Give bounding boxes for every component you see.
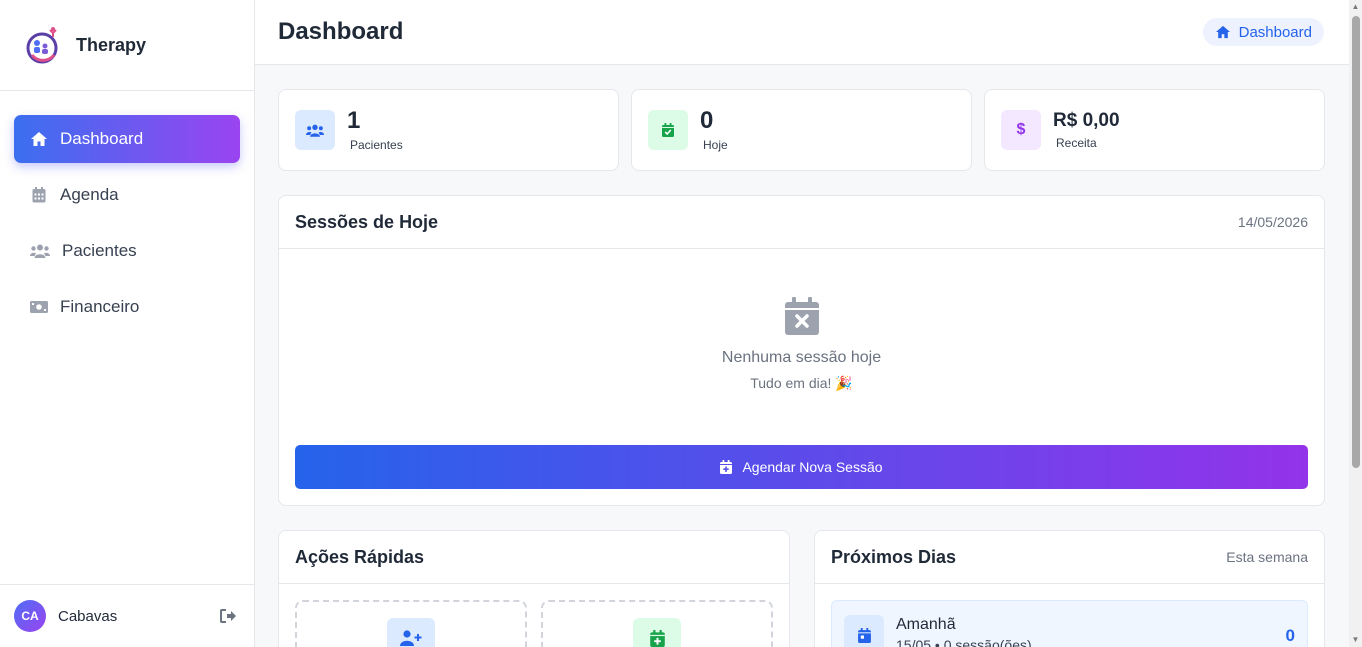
day-name: Amanhã bbox=[896, 616, 956, 633]
stat-label: Pacientes bbox=[350, 138, 403, 152]
quick-action-new-session[interactable] bbox=[541, 600, 773, 647]
top-header: Dashboard Dashboard bbox=[255, 0, 1349, 65]
upcoming-day-item[interactable]: Amanhã 15/05 • 0 sessão(ões) 0 bbox=[831, 600, 1308, 647]
calendar-day-icon bbox=[844, 615, 884, 647]
sidebar-item-label: Pacientes bbox=[62, 241, 137, 260]
stat-value: 0 bbox=[700, 107, 714, 134]
stat-value: R$ 0,00 bbox=[1053, 110, 1120, 131]
scrollbar-thumb[interactable] bbox=[1352, 16, 1360, 468]
quick-actions-header: Ações Rápidas bbox=[279, 531, 789, 584]
users-icon bbox=[30, 242, 50, 260]
empty-subtitle: Tudo em dia! 🎉 bbox=[750, 375, 853, 391]
logout-icon[interactable] bbox=[218, 606, 238, 626]
breadcrumb-label: Dashboard bbox=[1238, 23, 1312, 41]
sidebar-item-agenda[interactable]: Agenda bbox=[14, 171, 240, 219]
sessions-panel: Sessões de Hoje 14/05/2026 Nenhuma sessã… bbox=[278, 195, 1325, 506]
sidebar-item-pacientes[interactable]: Pacientes bbox=[14, 227, 240, 275]
app-name: Therapy bbox=[76, 34, 147, 55]
sessions-date: 14/05/2026 bbox=[1237, 214, 1308, 230]
stat-label: Hoje bbox=[703, 138, 728, 152]
upcoming-meta: Esta semana bbox=[1226, 549, 1308, 565]
money-icon bbox=[30, 298, 48, 316]
stat-card-pacientes: 1 Pacientes bbox=[278, 89, 619, 171]
sidebar-nav: Dashboard Agenda Pacientes Financeiro bbox=[0, 91, 254, 331]
sessions-title: Sessões de Hoje bbox=[295, 211, 439, 232]
brand: Therapy bbox=[0, 0, 254, 91]
day-session-count: 0 bbox=[1285, 626, 1295, 645]
calendar-check-icon bbox=[648, 110, 688, 150]
calendar-icon bbox=[30, 186, 48, 204]
stat-card-hoje: 0 Hoje bbox=[631, 89, 972, 171]
page-scrollbar[interactable]: ▲ ▼ bbox=[1349, 0, 1362, 647]
therapy-logo-icon bbox=[24, 25, 60, 65]
scroll-down-icon[interactable]: ▼ bbox=[1351, 636, 1360, 644]
stat-value: 1 bbox=[347, 107, 361, 134]
user-plus-icon bbox=[387, 618, 435, 647]
calendar-plus-icon bbox=[633, 618, 681, 647]
avatar[interactable]: CA bbox=[14, 600, 46, 632]
home-icon bbox=[30, 130, 48, 148]
page-title: Dashboard bbox=[278, 18, 404, 45]
user-bar: CA Cabavas bbox=[0, 584, 254, 647]
upcoming-header: Próximos Dias Esta semana bbox=[815, 531, 1324, 584]
stat-label: Receita bbox=[1056, 136, 1097, 150]
quick-actions-panel: Ações Rápidas bbox=[278, 530, 790, 647]
sessions-panel-header: Sessões de Hoje 14/05/2026 bbox=[279, 196, 1324, 249]
sidebar-item-financeiro[interactable]: Financeiro bbox=[14, 283, 240, 331]
calendar-x-icon bbox=[784, 297, 819, 335]
users-icon bbox=[295, 110, 335, 150]
sidebar: Therapy Dashboard Agenda Pacientes Finan… bbox=[0, 0, 255, 647]
sidebar-item-label: Financeiro bbox=[60, 297, 140, 316]
calendar-plus-icon bbox=[720, 460, 734, 474]
breadcrumb[interactable]: Dashboard bbox=[1202, 18, 1324, 46]
sidebar-item-label: Dashboard bbox=[60, 129, 144, 148]
quick-action-add-patient[interactable] bbox=[295, 600, 527, 647]
dollar-icon: $ bbox=[1001, 110, 1041, 150]
empty-title: Nenhuma sessão hoje bbox=[721, 349, 882, 366]
sessions-empty-state: Nenhuma sessão hoje Tudo em dia! 🎉 bbox=[279, 249, 1324, 392]
upcoming-panel: Próximos Dias Esta semana Amanhã 15/05 •… bbox=[814, 530, 1325, 647]
home-icon bbox=[1215, 24, 1231, 40]
sidebar-item-label: Agenda bbox=[60, 185, 119, 204]
day-summary: 15/05 • 0 sessão(ões) bbox=[896, 637, 1032, 647]
scroll-up-icon[interactable]: ▲ bbox=[1351, 3, 1360, 11]
sidebar-item-dashboard[interactable]: Dashboard bbox=[14, 115, 240, 163]
stat-card-receita: $ R$ 0,00 Receita bbox=[984, 89, 1325, 171]
quick-actions-title: Ações Rápidas bbox=[295, 546, 425, 567]
schedule-session-label: Agendar Nova Sessão bbox=[742, 459, 883, 475]
upcoming-title: Próximos Dias bbox=[831, 546, 957, 567]
user-name: Cabavas bbox=[58, 607, 118, 625]
schedule-session-button[interactable]: Agendar Nova Sessão bbox=[295, 445, 1308, 489]
